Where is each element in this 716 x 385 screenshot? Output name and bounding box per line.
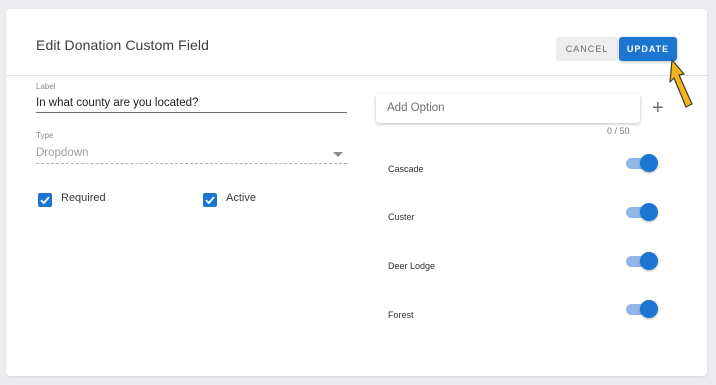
option-toggle-cascade[interactable] (626, 154, 658, 172)
check-icon (40, 196, 50, 205)
option-label-custer: Custer (388, 212, 415, 222)
active-label: Active (226, 192, 256, 204)
add-option-field (376, 94, 640, 123)
plus-icon[interactable]: + (652, 98, 664, 118)
option-label-forest: Forest (388, 310, 414, 320)
option-label-cascade: Cascade (388, 164, 424, 174)
required-label: Required (61, 192, 106, 204)
toggle-thumb (640, 300, 658, 318)
label-caption: Label (36, 82, 56, 91)
type-select[interactable]: Dropdown (36, 147, 347, 164)
option-label-deer-lodge: Deer Lodge (388, 261, 436, 271)
dialog-title: Edit Donation Custom Field (36, 37, 210, 53)
toggle-thumb (640, 154, 658, 172)
label-input[interactable]: In what county are you located? (36, 97, 347, 113)
option-toggle-custer[interactable] (626, 203, 658, 221)
type-caption: Type (36, 131, 54, 140)
option-toggle-deer-lodge[interactable] (626, 252, 658, 270)
active-checkbox[interactable] (203, 193, 217, 207)
toggle-thumb (640, 252, 658, 270)
header-divider (6, 75, 707, 76)
chevron-down-icon (333, 152, 343, 157)
check-icon (205, 196, 215, 205)
option-counter: 0 / 50 (607, 126, 630, 136)
required-checkbox[interactable] (38, 193, 52, 207)
add-option-input[interactable] (385, 101, 629, 115)
toggle-thumb (640, 203, 658, 221)
edit-field-dialog: Edit Donation Custom Field CANCEL UPDATE… (6, 9, 707, 376)
cancel-button[interactable]: CANCEL (556, 37, 618, 61)
pointer-arrow-icon (669, 59, 693, 108)
type-select-value: Dropdown (36, 147, 89, 159)
option-toggle-forest[interactable] (626, 300, 658, 318)
